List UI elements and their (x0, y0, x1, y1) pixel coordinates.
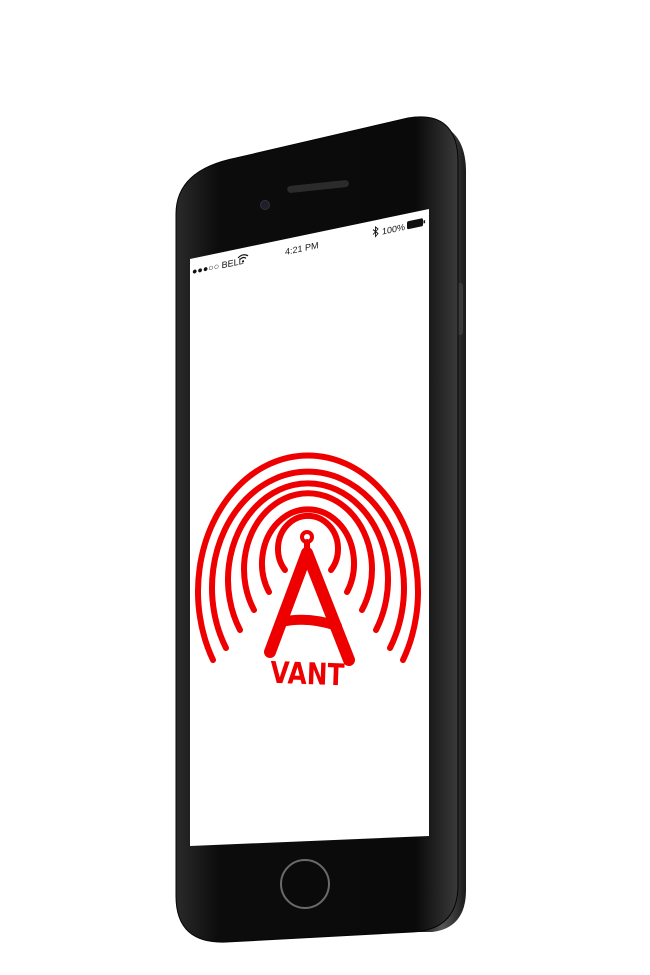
phone-mockup-stage: ●●●○○ BELL 4:21 PM 100% VANT (175, 116, 466, 943)
brand-wordmark: VANT (270, 656, 346, 694)
home-button-icon[interactable] (280, 859, 330, 909)
front-camera-icon (260, 200, 270, 210)
